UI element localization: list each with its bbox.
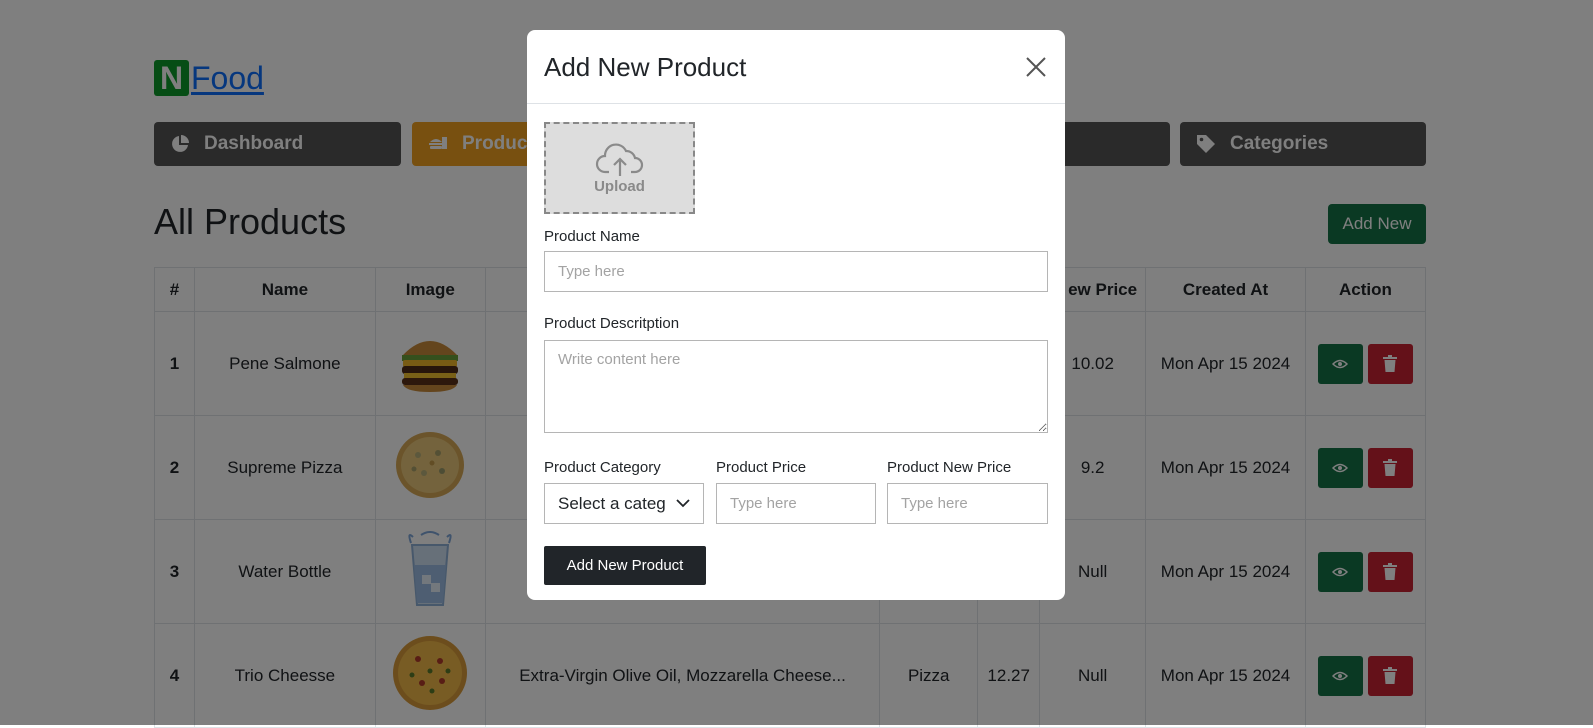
product-new-price-label: Product New Price (887, 459, 1012, 476)
close-icon (1026, 57, 1046, 77)
cloud-upload-icon (595, 143, 643, 176)
modal-title: Add New Product (544, 52, 747, 82)
product-price-label: Product Price (716, 459, 807, 476)
product-name-input[interactable] (544, 251, 1048, 292)
product-description-label: Product Descritption (544, 315, 680, 332)
close-button[interactable] (1021, 52, 1051, 82)
product-category-label: Product Category (544, 459, 661, 476)
product-name-label: Product Name (544, 228, 640, 245)
image-upload-dropzone[interactable]: Upload (544, 122, 695, 214)
product-price-input[interactable] (716, 483, 876, 524)
add-product-modal: Add New Product Upload Product Name Prod… (527, 30, 1065, 600)
add-new-product-button[interactable]: Add New Product (544, 546, 706, 585)
upload-label: Upload (594, 177, 645, 195)
product-new-price-input[interactable] (887, 483, 1048, 524)
product-category-select[interactable]: Select a category (544, 483, 704, 524)
product-description-input[interactable] (544, 340, 1048, 433)
chevron-down-icon (676, 499, 690, 508)
modal-header: Add New Product (527, 30, 1065, 104)
product-category-value: Select a category (558, 493, 666, 513)
